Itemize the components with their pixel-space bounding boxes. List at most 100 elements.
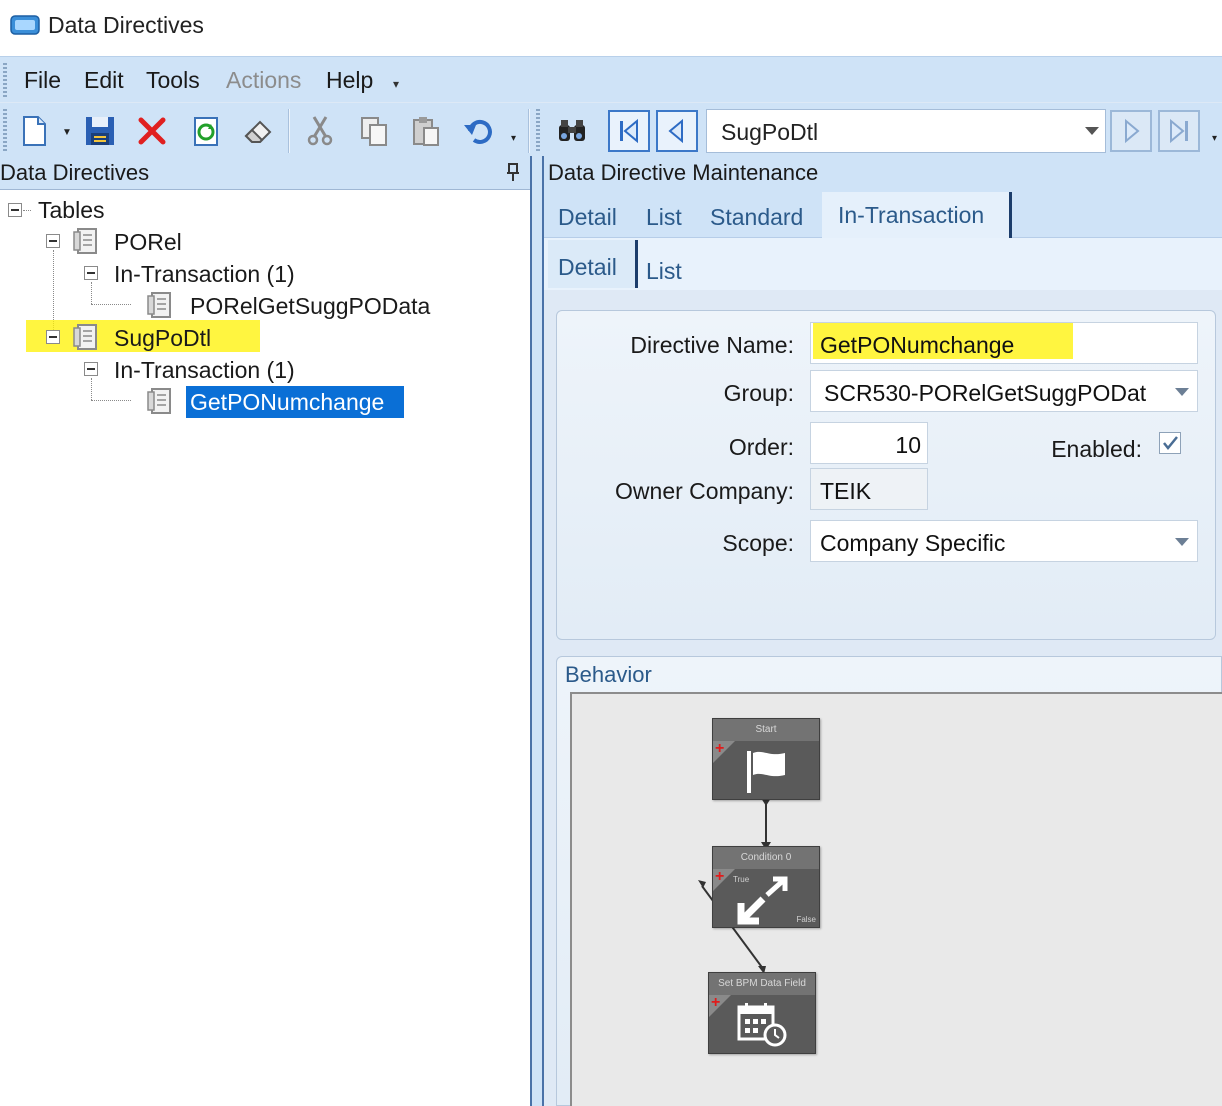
tree-connector: [23, 210, 31, 211]
node-title: Condition 0: [713, 847, 819, 869]
subtab-list[interactable]: List: [646, 258, 682, 285]
order-field[interactable]: 10: [810, 422, 928, 464]
paste-button[interactable]: [406, 111, 446, 151]
first-record-button[interactable]: [608, 110, 650, 152]
delete-button[interactable]: [132, 111, 172, 151]
copy-button[interactable]: [354, 111, 394, 151]
menu-tools[interactable]: Tools: [146, 67, 200, 94]
tree-collapse-sugpodtl[interactable]: [46, 330, 60, 344]
enabled-checkbox[interactable]: [1159, 432, 1181, 454]
toolbar: ▼ ▾ SugPoDtl ▾: [0, 102, 1222, 156]
chevron-down-icon[interactable]: [1175, 388, 1189, 396]
nav-toolbar-grip[interactable]: [536, 109, 540, 153]
group-select[interactable]: SCR530-PORelGetSuggPODat: [810, 370, 1198, 412]
undo-button[interactable]: [458, 111, 498, 151]
window-title: Data Directives: [48, 12, 204, 38]
last-record-button[interactable]: [1158, 110, 1200, 152]
new-dropdown-icon[interactable]: ▼: [62, 127, 72, 138]
behavior-title: Behavior: [565, 662, 652, 687]
record-combo[interactable]: SugPoDtl: [706, 109, 1106, 153]
toolbar-separator: [528, 109, 530, 153]
workflow-node-set-field[interactable]: Set BPM Data Field +: [708, 972, 816, 1054]
tree-collapse-porel[interactable]: [46, 234, 60, 248]
group-value: SCR530-PORelGetSuggPODat: [824, 380, 1147, 406]
record-combo-value: SugPoDtl: [721, 119, 819, 145]
menu-grip[interactable]: [3, 63, 7, 97]
left-panel-header: Data Directives: [0, 156, 530, 190]
toolbar-grip[interactable]: [3, 109, 7, 153]
order-value: 10: [895, 432, 921, 458]
tree-connector: [91, 304, 131, 305]
tree-node-sugpodtl[interactable]: SugPoDtl: [114, 322, 211, 354]
node-title: Set BPM Data Field: [709, 973, 815, 995]
tree-connector: [91, 400, 131, 401]
refresh-button[interactable]: [186, 111, 226, 151]
directive-book-icon: [147, 388, 171, 414]
tab-in-transaction[interactable]: In-Transaction: [838, 202, 984, 229]
tree-collapse-porel-intransaction[interactable]: [84, 266, 98, 280]
panel-splitter[interactable]: [530, 156, 544, 1106]
tree-node-sugpodtl-directive[interactable]: GetPONumchange: [190, 386, 384, 418]
directive-name-field[interactable]: GetPONumchange: [810, 322, 1198, 364]
next-record-button[interactable]: [1110, 110, 1152, 152]
add-icon[interactable]: +: [715, 869, 724, 885]
tree-connector: [91, 282, 92, 304]
cut-icon: [307, 116, 333, 146]
node-title: Start: [713, 719, 819, 741]
previous-record-button[interactable]: [656, 110, 698, 152]
menu-edit[interactable]: Edit: [84, 67, 124, 94]
clear-button[interactable]: [238, 111, 278, 151]
tree-node-tables[interactable]: Tables: [38, 194, 104, 226]
directives-tree: Tables PORel In-Transaction (1) PORelGet…: [0, 190, 530, 1106]
pin-icon[interactable]: [505, 162, 521, 182]
menu-actions[interactable]: Actions: [226, 67, 301, 94]
directive-book-icon: [147, 292, 171, 318]
last-record-icon: [1170, 118, 1188, 144]
tree-collapse-sugpodtl-intransaction[interactable]: [84, 362, 98, 376]
tree-node-porel-directive[interactable]: PORelGetSuggPOData: [190, 290, 430, 322]
copy-icon: [361, 117, 387, 146]
right-panel-header: Data Directive Maintenance: [544, 156, 1222, 190]
tree-node-sugpodtl-intransaction[interactable]: In-Transaction (1): [114, 354, 295, 386]
tree-node-porel[interactable]: PORel: [114, 226, 182, 258]
chevron-down-icon[interactable]: [1175, 538, 1189, 546]
save-icon: [86, 117, 114, 145]
previous-record-icon: [668, 118, 683, 144]
refresh-icon: [194, 117, 218, 146]
flag-icon: [747, 751, 785, 793]
tree-collapse-tables[interactable]: [8, 203, 22, 217]
nav-overflow-icon[interactable]: ▾: [1212, 133, 1217, 144]
workflow-node-start[interactable]: Start +: [712, 718, 820, 800]
menu-help[interactable]: Help: [326, 67, 373, 94]
add-icon[interactable]: +: [715, 741, 724, 757]
search-button[interactable]: [552, 111, 592, 151]
paste-icon: [413, 117, 439, 146]
chevron-down-icon[interactable]: [1085, 127, 1099, 135]
owner-company-value: TEIK: [820, 478, 872, 504]
tab-list[interactable]: List: [646, 204, 682, 231]
tab-detail[interactable]: Detail: [558, 204, 617, 231]
cut-button[interactable]: [300, 111, 340, 151]
subtab-detail[interactable]: Detail: [558, 254, 617, 281]
toolbar-overflow-icon[interactable]: ▾: [511, 133, 516, 144]
new-button[interactable]: [14, 111, 54, 151]
save-button[interactable]: [80, 111, 120, 151]
add-icon[interactable]: +: [711, 995, 720, 1011]
first-record-icon: [620, 118, 638, 144]
table-book-icon: [73, 324, 97, 350]
workflow-node-condition[interactable]: Condition 0 + True False: [712, 846, 820, 928]
false-label: False: [796, 915, 816, 924]
menu-overflow-icon[interactable]: ▾: [393, 77, 399, 91]
main-tabs: Detail List Standard In-Transaction: [544, 190, 1222, 238]
menu-file[interactable]: File: [24, 67, 61, 94]
tree-node-porel-intransaction[interactable]: In-Transaction (1): [114, 258, 295, 290]
workflow-canvas[interactable]: Start + Condition 0 + True False Set BPM…: [570, 692, 1222, 1106]
binoculars-icon: [559, 120, 585, 141]
group-label: Group:: [723, 380, 794, 406]
scope-select[interactable]: Company Specific: [810, 520, 1198, 562]
owner-company-field: TEIK: [810, 468, 928, 510]
tab-standard[interactable]: Standard: [710, 204, 803, 231]
directive-name-label: Directive Name:: [630, 332, 794, 358]
delete-icon: [138, 117, 166, 145]
scope-label: Scope:: [722, 530, 794, 556]
